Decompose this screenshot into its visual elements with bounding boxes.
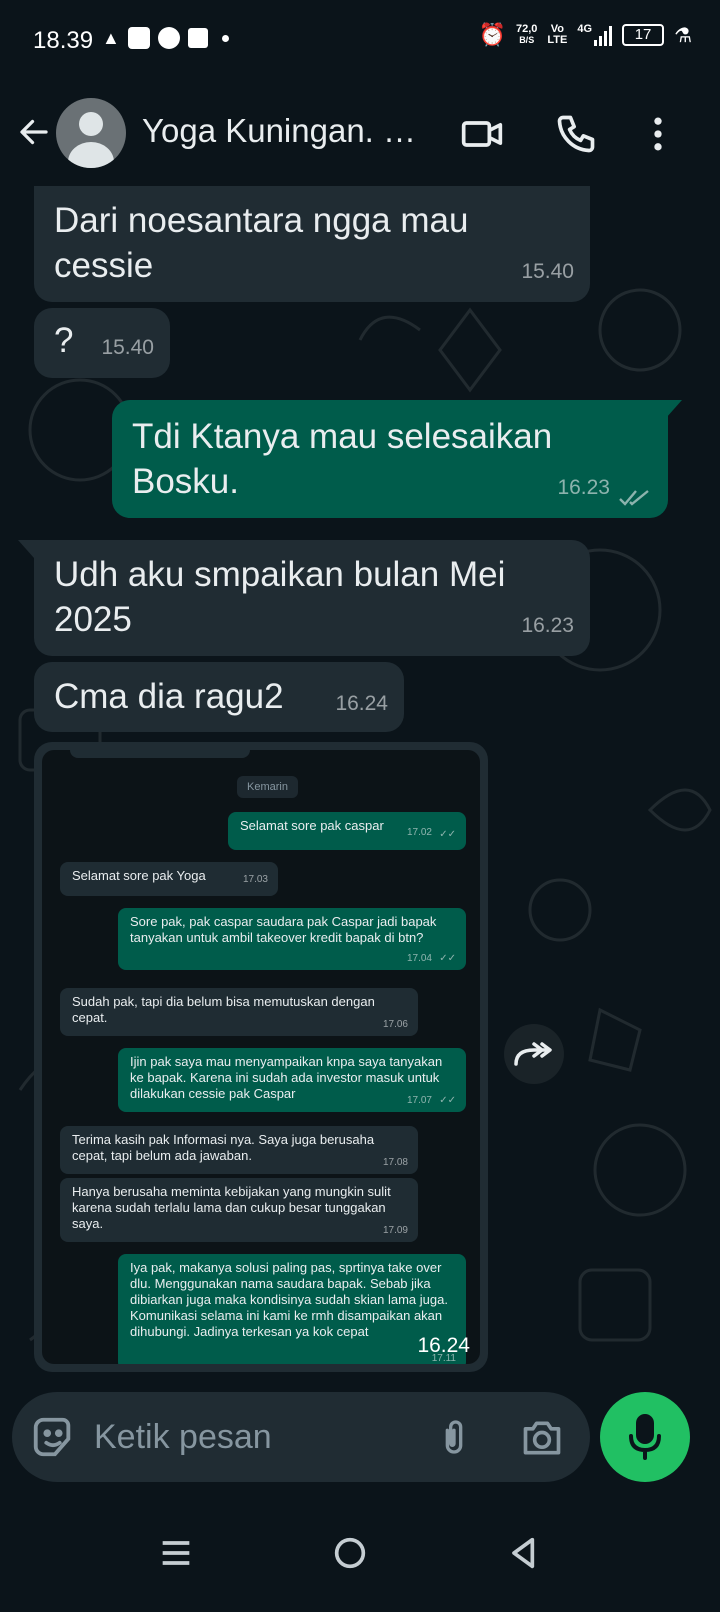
message-bubble-outgoing[interactable]: Tdi Ktanya mau selesaikan Bosku. 16.23	[112, 400, 668, 518]
facebook-icon	[157, 27, 180, 49]
screenshot-message: Hanya berusaha meminta kebijakan yang mu…	[60, 1178, 418, 1242]
paperclip-icon[interactable]	[434, 1414, 474, 1460]
message-bubble-incoming[interactable]: Cma dia ragu2 16.24	[34, 662, 404, 732]
screenshot-message: Selamat sore pak caspar 17.02 ✓✓	[228, 812, 466, 850]
network-speed: 72,0 B/S	[515, 23, 538, 46]
screenshot-message: Sore pak, pak caspar saudara pak Caspar …	[118, 908, 466, 970]
recent-apps-icon[interactable]	[156, 1533, 196, 1573]
screenshot-message: Ijin pak saya mau menyampaikan knpa saya…	[118, 1048, 466, 1112]
message-time: 16.24	[335, 692, 388, 715]
message-text: Udh aku smpaikan bulan Mei 2025	[54, 555, 506, 639]
microphone-button[interactable]	[600, 1392, 690, 1482]
status-time: 18.39	[33, 27, 94, 54]
home-icon[interactable]	[330, 1533, 370, 1573]
screenshot-message: Sudah pak, tapi dia belum bisa memutuska…	[60, 988, 418, 1036]
message-input-bar: Ketik pesan	[12, 1392, 590, 1482]
microphone-icon	[629, 1414, 661, 1460]
app-notification-icon	[127, 27, 150, 49]
signal-icon: 4G	[577, 24, 613, 46]
back-nav-icon[interactable]	[504, 1533, 544, 1573]
message-time: 16.23	[521, 614, 574, 637]
screenshot-message: Terima kasih pak Informasi nya. Saya jug…	[60, 1126, 418, 1174]
bubble-tail-incoming	[18, 540, 34, 558]
message-text: Cma dia ragu2	[54, 677, 284, 716]
forward-button[interactable]	[504, 1024, 564, 1084]
forward-icon	[514, 1042, 552, 1066]
camera-icon[interactable]	[520, 1416, 564, 1460]
avatar[interactable]	[56, 98, 126, 168]
message-time: 15.40	[521, 260, 574, 283]
read-receipt-icon	[619, 490, 649, 506]
volte-indicator: Vo LTE	[547, 23, 568, 46]
screenshot-message: Selamat sore pak Yoga 17.03	[60, 862, 278, 896]
notification-icons: ▲	[102, 27, 229, 49]
contact-name[interactable]: Yoga Kuningan. B...	[142, 112, 432, 150]
flipboard-icon	[187, 28, 208, 48]
message-bubble-incoming[interactable]: ? 15.40	[34, 308, 170, 378]
warning-icon: ▲	[102, 27, 120, 48]
message-input[interactable]: Ketik pesan	[94, 1418, 272, 1457]
date-chip: Kemarin	[237, 776, 298, 798]
bubble-tail-outgoing	[666, 400, 682, 418]
arrow-left-icon[interactable]	[16, 114, 52, 150]
flask-icon: ⚗	[674, 24, 692, 47]
video-call-icon[interactable]	[460, 112, 504, 156]
system-status-icons: ⏰ 72,0 B/S Vo LTE 4G 17 ⚗	[479, 22, 692, 48]
status-bar: 18.39 ▲ ⏰ 72,0 B/S Vo LTE 4G 17 ⚗	[0, 0, 720, 80]
sticker-emoji-icon[interactable]	[30, 1414, 76, 1460]
alarm-icon: ⏰	[478, 22, 506, 47]
message-text: ?	[54, 321, 74, 360]
more-notifications-dot	[221, 34, 229, 42]
message-time: 16.23	[557, 476, 610, 499]
message-time: 16.24	[417, 1334, 470, 1357]
image-message[interactable]: Kemarin Selamat sore pak caspar 17.02 ✓✓…	[34, 742, 488, 1372]
battery-indicator: 17	[622, 24, 665, 46]
system-navigation-bar	[0, 1495, 720, 1612]
chat-screenshot-image[interactable]: Kemarin Selamat sore pak caspar 17.02 ✓✓…	[42, 750, 480, 1364]
message-bubble-incoming[interactable]: Dari noesantara ngga mau cessie 15.40	[34, 186, 590, 302]
message-bubble-incoming[interactable]: Udh aku smpaikan bulan Mei 2025 16.23	[34, 540, 590, 656]
message-text: Dari noesantara ngga mau cessie	[54, 201, 469, 285]
chat-header: Yoga Kuningan. B...	[0, 80, 720, 188]
message-time: 15.40	[101, 336, 154, 359]
phone-icon[interactable]	[554, 112, 598, 156]
screenshot-message: Iya pak, makanya solusi paling pas, sprt…	[118, 1254, 466, 1364]
more-vert-icon[interactable]	[636, 112, 680, 156]
